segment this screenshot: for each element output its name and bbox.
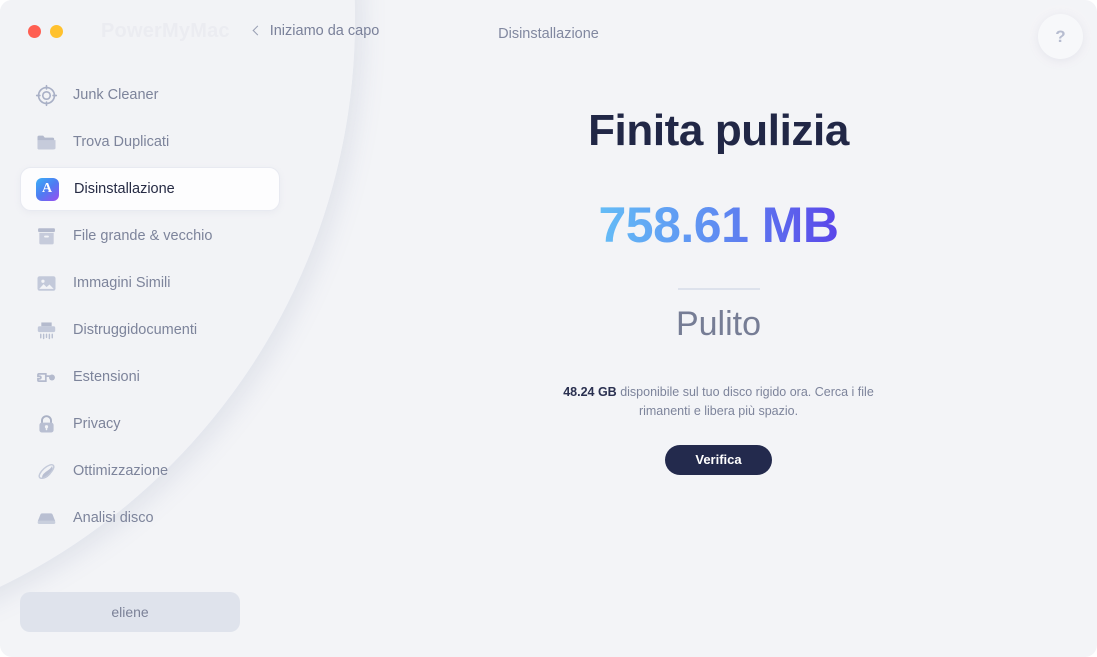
question-mark-icon: ? [1055,26,1066,46]
sidebar-item-label: Privacy [73,416,121,432]
restart-nav-button[interactable]: Iniziamo da capo [252,23,380,39]
close-window-button[interactable] [28,24,41,38]
minimize-window-button[interactable] [50,24,63,38]
archive-box-icon [34,224,58,248]
shredder-icon [34,318,58,342]
folder-icon [34,130,58,154]
sidebar-nav: Junk Cleaner Trova Duplicati A Disinstal… [0,62,300,540]
sidebar-item-ottimizzazione[interactable]: Ottimizzazione [20,449,280,493]
sidebar-item-label: Ottimizzazione [73,463,169,479]
sidebar: Junk Cleaner Trova Duplicati A Disinstal… [0,62,300,657]
sidebar-item-file-grande-vecchio[interactable]: File grande & vecchio [20,214,280,258]
app-store-glyph: A [35,177,59,201]
clean-state-label: Pulito [675,305,762,343]
sidebar-item-label: Junk Cleaner [73,87,159,103]
traffic-lights [28,24,63,38]
sidebar-item-immagini-simili[interactable]: Immagini Simili [20,261,280,305]
sidebar-item-junk-cleaner[interactable]: Junk Cleaner [20,73,280,117]
sidebar-item-label: Immagini Simili [73,275,171,291]
sidebar-item-analisi-disco[interactable]: Analisi disco [20,496,280,540]
app-window: PowerMyMac Iniziamo da capo Disinstallaz… [0,0,1097,657]
target-icon [34,83,58,107]
help-button[interactable]: ? [1038,14,1083,59]
sidebar-item-label: Analisi disco [73,510,154,526]
plug-icon [34,365,58,389]
lock-icon [34,412,58,436]
section-divider [677,288,760,290]
sidebar-item-trova-duplicati[interactable]: Trova Duplicati [20,120,280,164]
sidebar-item-distruggidocumenti[interactable]: Distruggidocumenti [20,308,280,352]
app-store-icon: A [35,177,59,201]
image-icon [34,271,58,295]
delete-button-label: eliene [111,604,149,620]
sidebar-item-estensioni[interactable]: Estensioni [20,355,280,399]
delete-button[interactable]: eliene [20,592,240,632]
title-bar: PowerMyMac Iniziamo da capo [0,0,1097,62]
app-brand-logo: PowerMyMac [101,19,230,42]
verify-button[interactable]: Verifica [665,444,772,475]
hard-drive-icon [34,506,58,530]
free-space-description: 48.24 GB disponibile sul tuo disco rigid… [554,383,884,421]
sidebar-item-label: Estensioni [73,369,140,385]
sidebar-item-disinstallazione[interactable]: A Disinstallazione [20,167,280,211]
rocket-icon [34,459,58,483]
restart-nav-label: Iniziamo da capo [269,23,380,39]
main-content: Finita pulizia 758.61 MB Pulito 48.24 GB… [340,62,1097,657]
sidebar-item-label: Distruggidocumenti [73,322,198,338]
free-space-value: 48.24 GB [563,385,617,399]
free-space-text: disponibile sul tuo disco rigido ora. Ce… [620,385,874,418]
sidebar-item-label: Disinstallazione [74,181,175,197]
sidebar-item-label: File grande & vecchio [73,228,213,244]
cleaned-size-value: 758.61 MB [598,197,839,253]
result-title: Finita pulizia [588,106,849,155]
sidebar-item-privacy[interactable]: Privacy [20,402,280,446]
chevron-left-icon [252,25,263,36]
sidebar-item-label: Trova Duplicati [73,134,170,150]
